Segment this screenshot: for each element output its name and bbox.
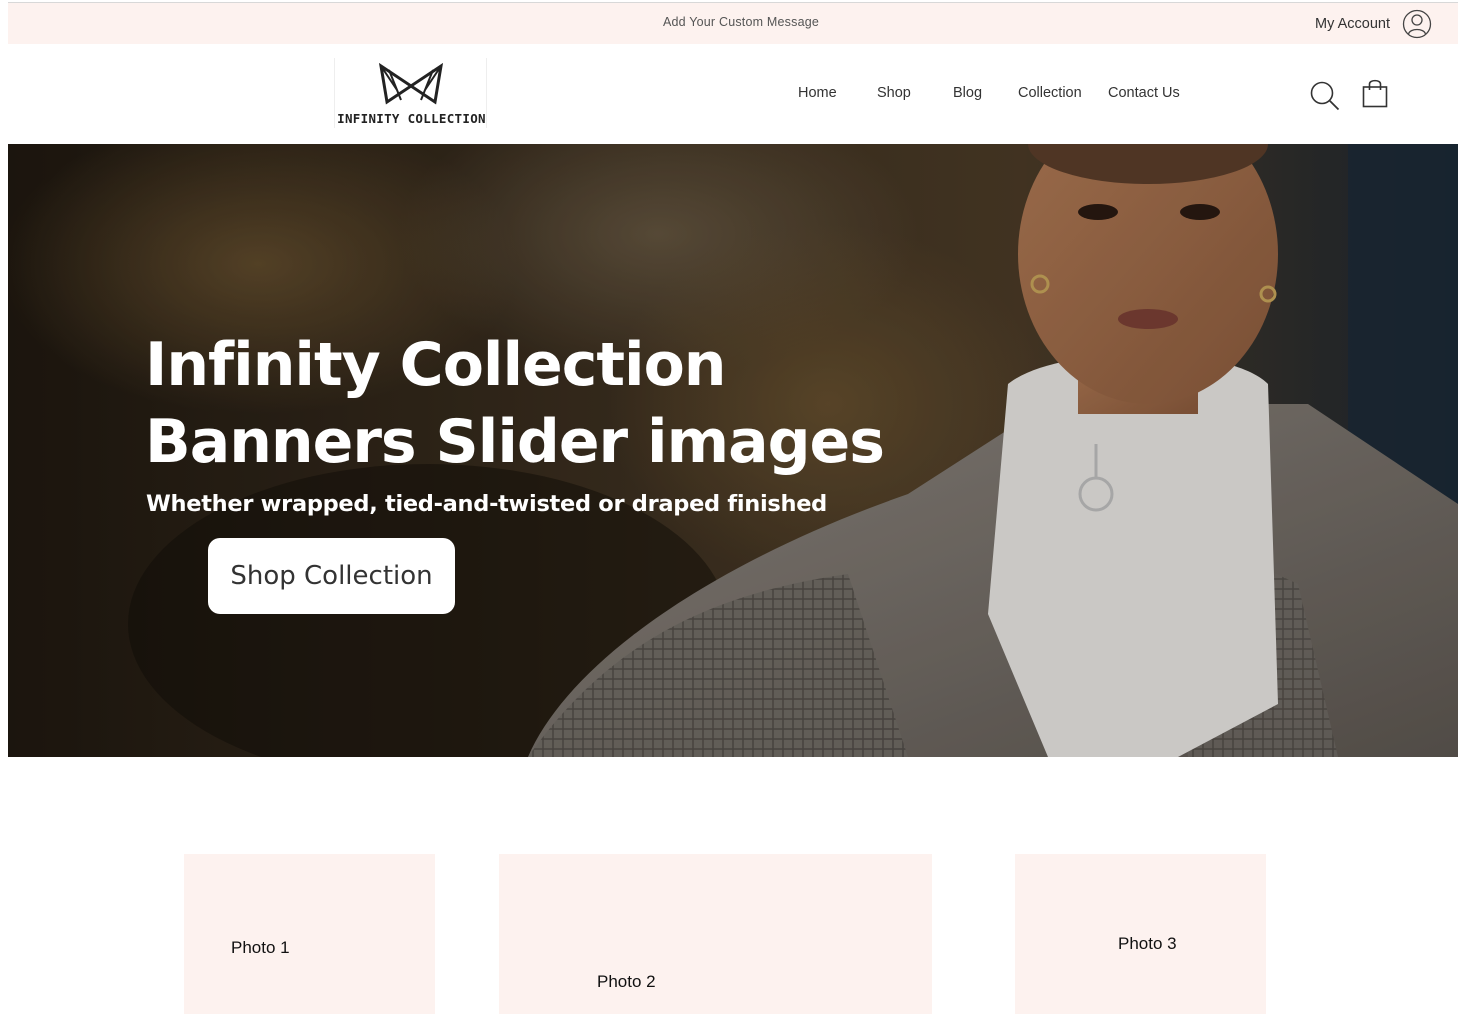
announcement-bar: Add Your Custom Message My Account [8, 3, 1458, 44]
shopping-bag-icon[interactable] [1362, 78, 1388, 108]
search-icon[interactable] [1309, 80, 1341, 112]
nav-home[interactable]: Home [798, 85, 837, 101]
bow-logo-icon [378, 62, 444, 105]
site-header: INFINITY COLLECTION Home Shop Blog Colle… [8, 44, 1458, 144]
nav-blog[interactable]: Blog [953, 85, 982, 101]
photo-label-1: Photo 1 [231, 938, 290, 957]
photo-card-3[interactable]: Photo 3 [1015, 854, 1266, 1014]
site-logo[interactable]: INFINITY COLLECTION [334, 58, 487, 128]
photo-label-3: Photo 3 [1118, 934, 1177, 953]
photo-card-2[interactable]: Photo 2 [499, 854, 932, 1014]
hero-banner: Infinity Collection Banners Slider image… [8, 144, 1458, 757]
hero-title: Infinity Collection Banners Slider image… [145, 327, 885, 481]
nav-contact-us[interactable]: Contact Us [1108, 85, 1180, 101]
my-account-link[interactable]: My Account [1315, 9, 1432, 39]
photo-label-2: Photo 2 [597, 972, 656, 991]
nav-collection[interactable]: Collection [1018, 85, 1082, 101]
hero-title-line-2: Banners Slider images [145, 407, 885, 477]
user-icon [1402, 9, 1432, 39]
announcement-message: Add Your Custom Message [662, 15, 820, 29]
nav-shop[interactable]: Shop [877, 85, 911, 101]
my-account-label: My Account [1315, 16, 1390, 32]
photo-card-1[interactable]: Photo 1 [184, 854, 435, 1014]
hero-subtitle: Whether wrapped, tied-and-twisted or dra… [146, 491, 827, 517]
shop-collection-button[interactable]: Shop Collection [208, 538, 455, 614]
logo-text: INFINITY COLLECTION [337, 111, 486, 126]
page: Add Your Custom Message My Account INFIN… [8, 2, 1458, 1014]
hero-title-line-1: Infinity Collection [145, 330, 727, 400]
